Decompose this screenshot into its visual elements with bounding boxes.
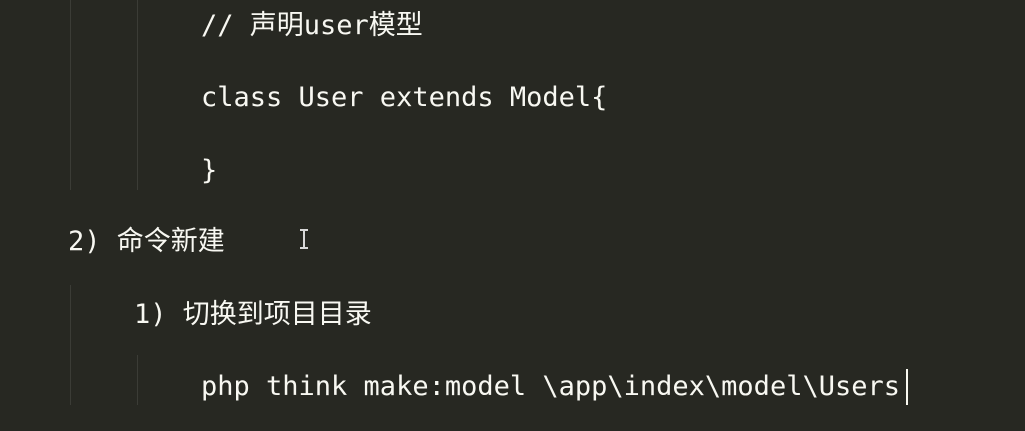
code-line-php-command: php think make:model \app\index\model\Us… <box>201 371 900 402</box>
indent-guide <box>137 355 138 405</box>
indent-guide <box>70 0 71 190</box>
text-caret <box>906 369 908 405</box>
code-line-step-switch-dir: 1) 切换到项目目录 <box>134 299 372 330</box>
code-line-comment: // 声明user模型 <box>201 10 423 41</box>
code-line-class-declaration: class User extends Model{ <box>201 82 608 113</box>
code-line-closing-brace: } <box>201 155 218 186</box>
code-editor[interactable]: // 声明user模型 class User extends Model{ } … <box>0 0 1025 431</box>
indent-guide <box>137 0 138 190</box>
ibeam-cursor-icon <box>299 229 309 249</box>
indent-guide <box>70 285 71 405</box>
code-line-heading-command: 2) 命令新建 <box>68 226 225 257</box>
